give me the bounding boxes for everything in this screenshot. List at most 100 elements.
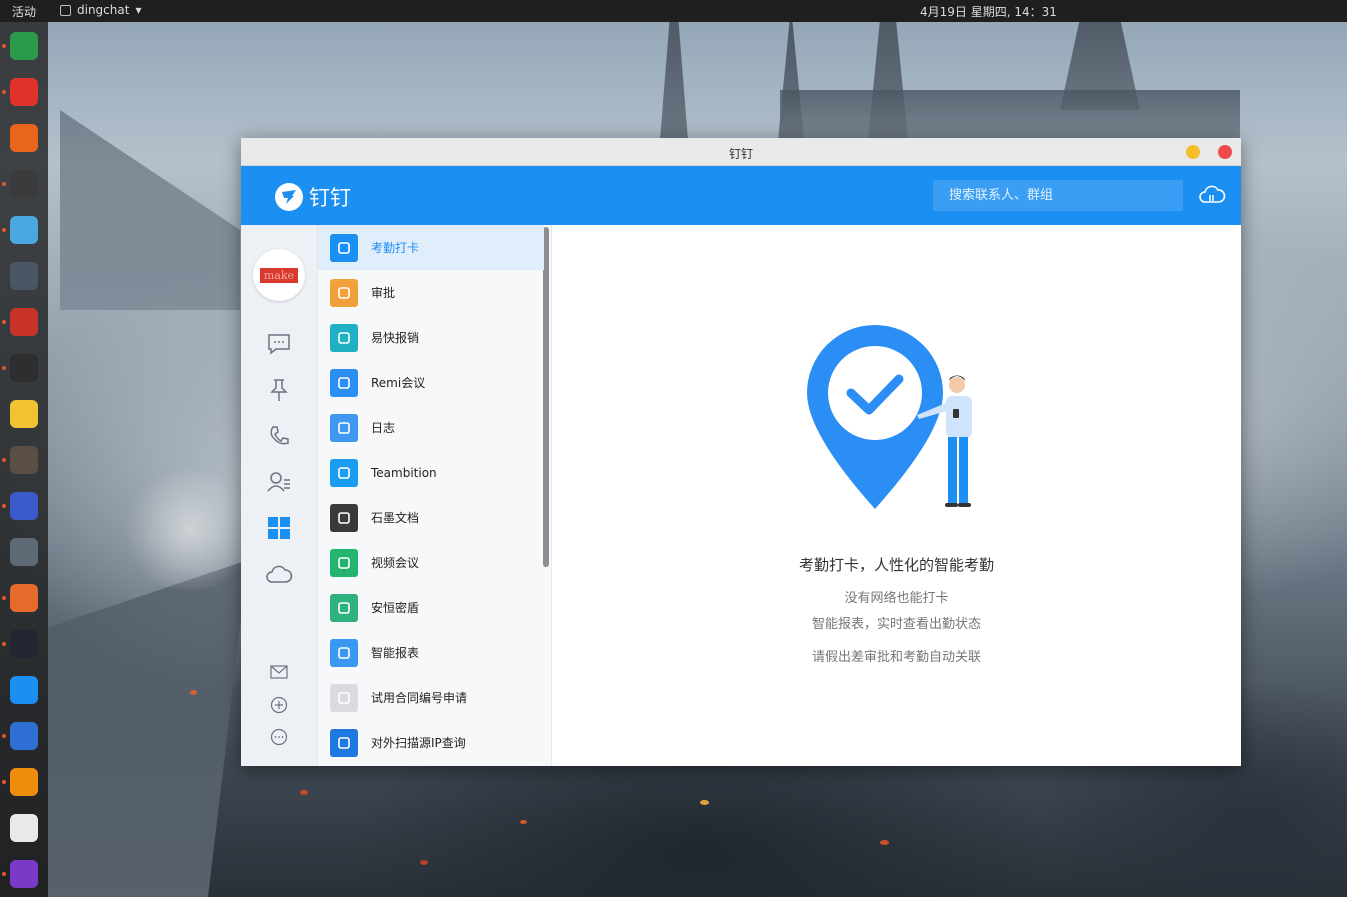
security-shield-icon <box>330 593 358 622</box>
atom-icon[interactable] <box>10 446 38 474</box>
app-list-label: 试用合同编号申请 <box>371 691 468 705</box>
dingtalk-window: 钉钉 钉钉 make <box>241 138 1241 766</box>
vlc-icon[interactable] <box>10 768 38 796</box>
app-list-item[interactable]: 审批 <box>318 270 544 315</box>
remi-meeting-icon <box>330 368 358 397</box>
sidebar-nav: make <box>241 225 318 766</box>
feature-line-3: 请假出差审批和考勤自动关联 <box>811 650 981 665</box>
netease-music-icon[interactable] <box>10 78 38 106</box>
chevron-down-icon: ▾ <box>135 3 142 17</box>
running-indicator <box>2 780 6 784</box>
running-indicator <box>2 182 6 186</box>
app-list-label: 安恒密盾 <box>371 601 420 615</box>
title-bar[interactable]: 钉钉 <box>241 138 1241 166</box>
goland-icon[interactable] <box>10 630 38 658</box>
chrome-icon[interactable] <box>10 400 38 428</box>
postman-icon[interactable] <box>10 584 38 612</box>
goland-alt-icon[interactable] <box>10 860 38 888</box>
app-list-label: 易快报销 <box>371 331 420 345</box>
close-button[interactable] <box>1218 145 1232 159</box>
wallpaper-leaf <box>520 820 527 824</box>
avatar-text: make <box>259 267 299 283</box>
remote-desktop-icon[interactable] <box>10 538 38 566</box>
system-monitor-icon[interactable] <box>10 32 38 60</box>
app-list-item[interactable]: 石墨文档 <box>318 495 544 540</box>
app-list-label: Remi会议 <box>371 376 426 390</box>
app-list-label: 考勤打卡 <box>371 241 420 255</box>
app-list-item[interactable]: 试用合同编号申请 <box>318 675 544 720</box>
approval-icon <box>330 278 358 307</box>
app-list: 考勤打卡审批易快报销 Remi会议 日志 Teambition 石墨文档视频会议安恒密盾… <box>318 225 552 766</box>
running-indicator <box>2 366 6 370</box>
running-indicator <box>2 44 6 48</box>
app-menu-label: dingchat <box>77 3 130 17</box>
pin-icon[interactable] <box>265 376 293 404</box>
app-list-item[interactable]: 智能报表 <box>318 630 544 675</box>
running-indicator <box>2 642 6 646</box>
more-icon[interactable] <box>265 723 293 751</box>
brand-name: 钉钉 <box>309 186 351 210</box>
minimize-button[interactable] <box>1186 145 1200 159</box>
app-window-icon <box>60 4 71 16</box>
text-editor-icon[interactable] <box>10 814 38 842</box>
wallpaper-leaf <box>700 800 709 805</box>
feature-line-1: 没有网络也能打卡 <box>844 591 949 606</box>
teambition-icon <box>330 458 358 487</box>
cloud-disk-icon[interactable] <box>265 560 293 588</box>
avatar[interactable]: make <box>253 249 305 301</box>
app-list-item[interactable]: 安恒密盾 <box>318 585 544 630</box>
app-menu[interactable]: dingchat ▾ <box>60 3 141 17</box>
app-list-label: 日志 <box>371 421 396 435</box>
cloud-upload-icon[interactable] <box>1198 183 1226 207</box>
app-list-item[interactable]: Remi会议 <box>318 360 544 405</box>
wallpaper-leaf <box>420 860 428 865</box>
todo-icon[interactable] <box>10 722 38 750</box>
running-indicator <box>2 320 6 324</box>
clock[interactable]: 4月19日 星期四, 14：31 <box>920 3 1057 20</box>
terminal-icon[interactable] <box>10 354 38 382</box>
expense-icon <box>330 323 358 352</box>
running-indicator <box>2 872 6 876</box>
wallpaper-leaf <box>880 840 889 845</box>
app-list-label: 智能报表 <box>371 646 420 660</box>
chat-icon[interactable] <box>265 330 293 358</box>
visual-studio-code-icon[interactable] <box>10 492 38 520</box>
app-list-label: Teambition <box>371 465 437 480</box>
update-info-icon[interactable] <box>10 170 38 198</box>
contract-icon <box>330 683 358 712</box>
app-header: 钉钉 <box>241 166 1241 225</box>
app-list-label: 审批 <box>371 286 396 300</box>
app-list-item[interactable]: 对外扫描源IP查询 <box>318 720 544 765</box>
wallpaper-leaf <box>300 790 308 795</box>
wallpaper-leaf <box>190 690 197 695</box>
wallpaper-rock <box>48 560 248 897</box>
app-list-item[interactable]: 易快报销 <box>318 315 544 360</box>
archive-icon[interactable] <box>10 216 38 244</box>
phone-icon[interactable] <box>265 422 293 450</box>
dingtalk-icon[interactable] <box>10 676 38 704</box>
activities-button[interactable]: 活动 <box>12 3 36 20</box>
workbench-icon[interactable] <box>265 514 293 542</box>
app-list-item[interactable]: 考勤打卡 <box>318 225 544 270</box>
running-indicator <box>2 90 6 94</box>
screen-recorder-icon[interactable] <box>10 308 38 336</box>
app-list-item[interactable]: 视频会议 <box>318 540 544 585</box>
running-indicator <box>2 504 6 508</box>
mail-icon[interactable] <box>265 658 293 686</box>
screenshot-icon[interactable] <box>10 262 38 290</box>
firefox-icon[interactable] <box>10 124 38 152</box>
add-icon[interactable] <box>265 691 293 719</box>
search-input[interactable] <box>933 180 1183 211</box>
app-list-item[interactable]: Teambition <box>318 450 544 495</box>
wallpaper-rock <box>60 110 240 310</box>
contacts-icon[interactable] <box>265 468 293 496</box>
dock <box>0 22 48 897</box>
wallpaper-castle <box>780 90 1240 140</box>
video-meeting-icon <box>330 548 358 577</box>
app-list-label: 石墨文档 <box>371 511 420 525</box>
wallpaper-spray <box>120 470 260 590</box>
brand: 钉钉 <box>275 182 351 212</box>
app-list-item[interactable]: 日志 <box>318 405 544 450</box>
feature-title: 考勤打卡，人性化的智能考勤 <box>798 556 994 574</box>
app-list-label: 对外扫描源IP查询 <box>371 736 466 750</box>
